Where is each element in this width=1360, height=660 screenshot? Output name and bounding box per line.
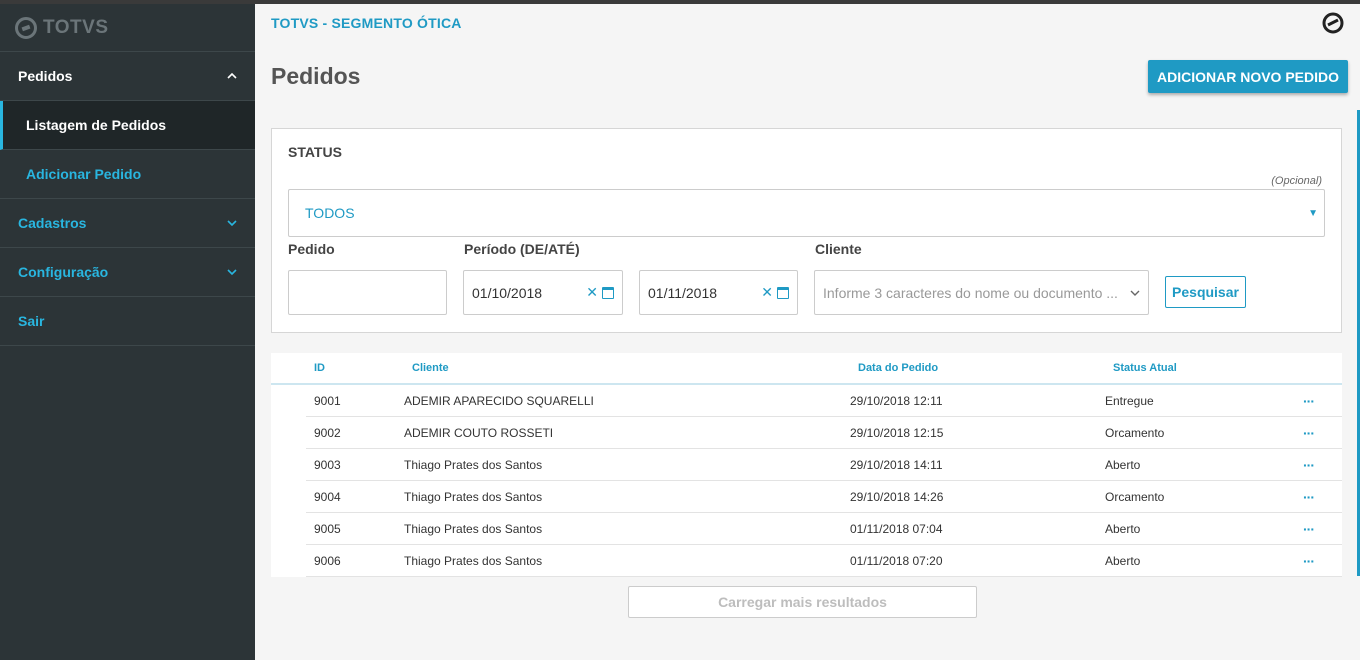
brand-logo: TOTVS	[0, 4, 255, 52]
cell-date: 29/10/2018 14:26	[850, 489, 944, 504]
sidebar-item-label: Adicionar Pedido	[26, 166, 142, 182]
sidebar-item-sair[interactable]: Sair	[0, 297, 255, 346]
date-to-field[interactable]: 01/11/2018 ✕	[639, 270, 798, 315]
add-new-order-button[interactable]: ADICIONAR NOVO PEDIDO	[1147, 60, 1348, 93]
cell-client: ADEMIR APARECIDO SQUARELLI	[404, 393, 594, 408]
column-header-date[interactable]: Data do Pedido	[858, 362, 1113, 374]
cell-date: 01/11/2018 07:04	[850, 521, 943, 536]
more-icon[interactable]: ···	[1303, 489, 1315, 505]
table-row[interactable]: 9006 Thiago Prates dos Santos 01/11/2018…	[306, 545, 1342, 577]
client-search-input[interactable]: Informe 3 caracteres do nome ou document…	[814, 270, 1149, 315]
clear-icon[interactable]: ✕	[586, 284, 598, 301]
cell-date: 01/11/2018 07:20	[850, 553, 943, 568]
table-row[interactable]: 9003 Thiago Prates dos Santos 29/10/2018…	[306, 449, 1342, 481]
cell-client: Thiago Prates dos Santos	[404, 553, 543, 568]
cell-id: 9003	[314, 457, 341, 472]
client-label: Cliente	[815, 241, 862, 257]
chevron-down-icon	[227, 220, 237, 227]
sidebar-item-label: Sair	[18, 313, 45, 329]
table-row[interactable]: 9005 Thiago Prates dos Santos 01/11/2018…	[306, 513, 1342, 545]
load-more-button[interactable]: Carregar mais resultados	[628, 586, 977, 618]
chevron-down-icon	[227, 269, 237, 276]
sidebar-item-label: Configuração	[18, 264, 109, 280]
cell-status: Aberto	[1105, 553, 1141, 568]
column-header-status[interactable]: Status Atual	[1113, 362, 1303, 374]
table-row[interactable]: 9001 ADEMIR APARECIDO SQUARELLI 29/10/20…	[306, 385, 1342, 417]
clear-icon[interactable]: ✕	[761, 284, 773, 301]
cell-date: 29/10/2018 14:11	[850, 457, 943, 472]
sidebar-item-listagem[interactable]: Listagem de Pedidos	[0, 101, 255, 150]
orders-table: ID Cliente Data do Pedido Status Atual 9…	[271, 353, 1342, 577]
sidebar-item-cadastros[interactable]: Cadastros	[0, 199, 255, 248]
column-header-client[interactable]: Cliente	[412, 362, 858, 374]
totvs-logo-icon	[15, 16, 37, 39]
cell-client: Thiago Prates dos Santos	[404, 521, 543, 536]
cell-status: Aberto	[1105, 521, 1141, 536]
caret-down-icon: ▼	[1308, 207, 1318, 219]
client-placeholder: Informe 3 caracteres do nome ou document…	[823, 284, 1118, 301]
date-to-value: 01/11/2018	[648, 284, 718, 301]
table-row[interactable]: 9004 Thiago Prates dos Santos 29/10/2018…	[306, 481, 1342, 513]
cell-date: 29/10/2018 12:11	[850, 393, 943, 408]
sidebar-item-configuracao[interactable]: Configuração	[0, 248, 255, 297]
status-select[interactable]: TODOS ▼	[288, 189, 1325, 237]
more-icon[interactable]: ···	[1303, 457, 1315, 473]
cell-client: Thiago Prates dos Santos	[404, 489, 543, 504]
more-icon[interactable]: ···	[1303, 393, 1315, 409]
sidebar-item-pedidos[interactable]: Pedidos	[0, 52, 255, 101]
cell-id: 9004	[314, 489, 341, 504]
main-content: TOTVS - SEGMENTO ÓTICA Pedidos ADICIONAR…	[255, 4, 1360, 660]
more-icon[interactable]: ···	[1303, 553, 1315, 569]
cell-status: Orcamento	[1105, 489, 1165, 504]
sidebar: TOTVS Pedidos Listagem de Pedidos Adicio…	[0, 4, 255, 660]
cell-id: 9005	[314, 521, 341, 536]
cell-status: Orcamento	[1105, 425, 1165, 440]
period-label: Período (DE/ATÉ)	[464, 241, 580, 257]
column-header-id[interactable]: ID	[314, 362, 412, 374]
sidebar-item-label: Cadastros	[18, 215, 87, 231]
sidebar-item-label: Listagem de Pedidos	[26, 117, 167, 133]
cell-id: 9001	[314, 393, 341, 408]
breadcrumb[interactable]: TOTVS - SEGMENTO ÓTICA	[271, 15, 462, 31]
cell-id: 9006	[314, 553, 341, 568]
cell-status: Entregue	[1105, 393, 1154, 408]
table-row[interactable]: 9002 ADEMIR COUTO ROSSETI 29/10/2018 12:…	[306, 417, 1342, 449]
cell-date: 29/10/2018 12:15	[850, 425, 944, 440]
calendar-icon[interactable]	[777, 286, 789, 299]
sidebar-item-adicionar[interactable]: Adicionar Pedido	[0, 150, 255, 199]
sidebar-item-label: Pedidos	[18, 68, 73, 84]
status-selected-value: TODOS	[305, 205, 355, 221]
chevron-down-icon	[1130, 290, 1140, 296]
page-title: Pedidos	[271, 63, 361, 89]
calendar-icon[interactable]	[602, 286, 614, 299]
date-from-field[interactable]: 01/10/2018 ✕	[463, 270, 623, 315]
search-button[interactable]: Pesquisar	[1165, 276, 1246, 308]
help-icon[interactable]	[1322, 12, 1344, 34]
logo-text: TOTVS	[43, 16, 109, 38]
table-header: ID Cliente Data do Pedido Status Atual	[271, 353, 1342, 385]
cell-client: ADEMIR COUTO ROSSETI	[404, 425, 554, 440]
chevron-up-icon	[227, 72, 237, 79]
more-icon[interactable]: ···	[1303, 425, 1315, 441]
cell-status: Aberto	[1105, 457, 1141, 472]
date-from-value: 01/10/2018	[472, 284, 543, 301]
order-label: Pedido	[288, 241, 335, 257]
filter-panel: STATUS (Opcional) TODOS ▼ Pedido Período…	[271, 128, 1342, 333]
cell-id: 9002	[314, 425, 341, 440]
cell-client: Thiago Prates dos Santos	[404, 457, 543, 472]
more-icon[interactable]: ···	[1303, 521, 1315, 537]
order-input[interactable]	[288, 270, 447, 315]
optional-hint: (Opcional)	[1271, 175, 1322, 187]
status-label: STATUS	[288, 144, 342, 160]
